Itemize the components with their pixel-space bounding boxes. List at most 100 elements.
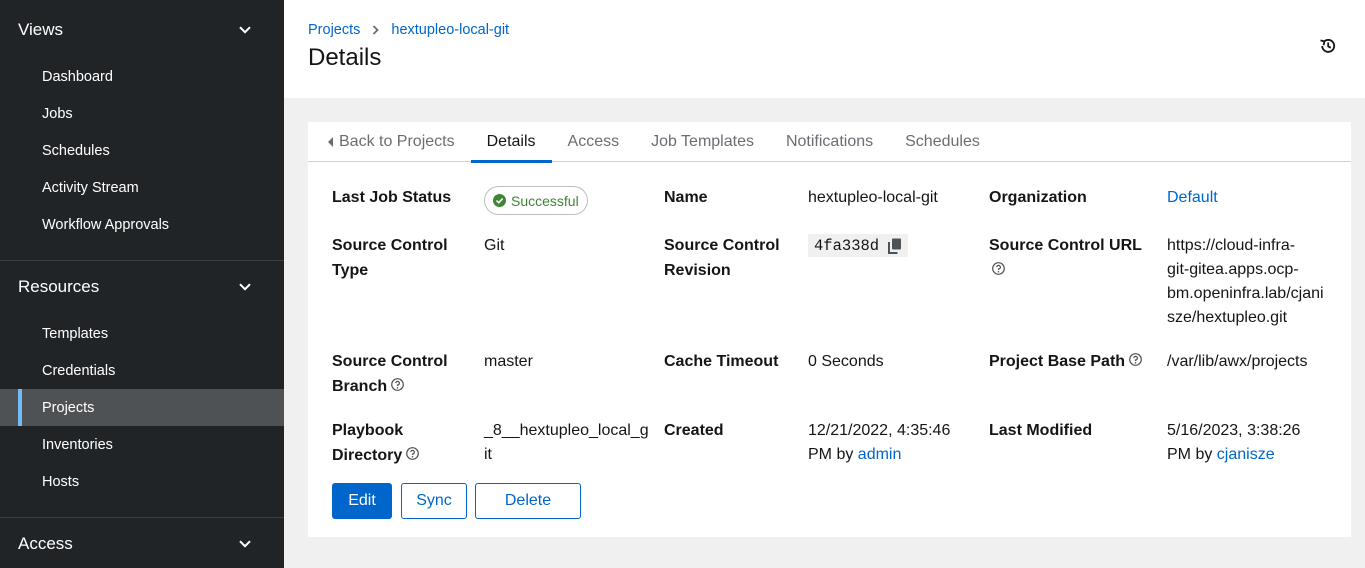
question-circle-icon[interactable] xyxy=(1129,353,1142,367)
sidebar-item-templates[interactable]: Templates xyxy=(0,315,284,352)
source-control-revision-label: Source Control Revision xyxy=(664,234,780,283)
value-line: 12/21/2022, 4:35:46 xyxy=(808,422,951,439)
source-control-url-label: Source Control URL xyxy=(989,234,1142,283)
sidebar-item-label: Projects xyxy=(42,399,95,416)
chevron-down-icon xyxy=(238,23,252,37)
sync-button[interactable]: Sync xyxy=(401,483,467,519)
breadcrumb-projects-link[interactable]: Projects xyxy=(308,22,360,38)
label-line: Source Control xyxy=(664,237,780,254)
history-icon[interactable] xyxy=(1318,36,1338,56)
sidebar-item-schedules[interactable]: Schedules xyxy=(0,132,284,169)
nav-group-views[interactable]: Views xyxy=(0,10,284,50)
value-line: 5/16/2023, 3:38:26 xyxy=(1167,422,1301,439)
sidebar-item-dashboard[interactable]: Dashboard xyxy=(0,58,284,95)
tab-label: Access xyxy=(567,133,620,150)
value-prefix: PM by xyxy=(808,446,858,463)
value-prefix: PM by xyxy=(1167,446,1217,463)
sidebar-item-activity-stream[interactable]: Activity Stream xyxy=(0,169,284,206)
tab-job-templates[interactable]: Job Templates xyxy=(635,122,770,162)
label-text: Project Base Path xyxy=(989,353,1126,370)
tab-details[interactable]: Details xyxy=(470,122,552,163)
sidebar-item-label: Activity Stream xyxy=(42,179,139,196)
nav-group-label: Access xyxy=(18,534,73,553)
sidebar-item-label: Hosts xyxy=(42,473,80,490)
tab-label: Notifications xyxy=(785,133,874,150)
nav-divider xyxy=(0,260,284,261)
sidebar-item-hosts[interactable]: Hosts xyxy=(0,463,284,500)
modified-by-user-link[interactable]: cjanisze xyxy=(1217,446,1275,463)
status-badge[interactable]: Successful xyxy=(484,186,588,215)
tab-label: Schedules xyxy=(905,133,980,150)
question-circle-icon[interactable] xyxy=(391,377,405,391)
tab-bar: Back to Projects Details Access Job Temp… xyxy=(308,122,1351,163)
organization-label: Organization xyxy=(989,189,1087,206)
organization-link[interactable]: Default xyxy=(1167,186,1218,210)
caret-left-icon xyxy=(328,137,334,147)
nav-group-label: Resources xyxy=(18,277,100,296)
chevron-down-icon xyxy=(238,280,252,294)
project-base-path-value: /var/lib/awx/projects xyxy=(1167,353,1308,370)
created-label: Created xyxy=(664,422,724,439)
created-by-user-link[interactable]: admin xyxy=(858,446,902,463)
question-circle-icon[interactable] xyxy=(406,446,420,460)
nav-group-access[interactable]: Access xyxy=(0,524,284,564)
label-line: Directory xyxy=(332,446,403,464)
value-line: _8__hextupleo_local_g xyxy=(484,422,649,439)
tab-access[interactable]: Access xyxy=(552,122,636,162)
url-line: git-gitea.apps.ocp- xyxy=(1167,261,1299,278)
sidebar: Views Dashboard Jobs Schedules Activity … xyxy=(0,0,284,568)
copy-icon[interactable] xyxy=(888,238,902,254)
last-job-status-label: Last Job Status xyxy=(332,189,452,206)
source-control-branch-value: master xyxy=(484,353,533,370)
tab-back-to-projects[interactable]: Back to Projects xyxy=(308,122,471,162)
breadcrumb-project-link[interactable]: hextupleo-local-git xyxy=(391,22,509,38)
sidebar-item-jobs[interactable]: Jobs xyxy=(0,95,284,132)
sidebar-item-label: Templates xyxy=(42,325,109,342)
url-line: bm.openinfra.lab/cjani xyxy=(1167,285,1324,302)
tab-label: Details xyxy=(486,133,536,150)
sidebar-item-inventories[interactable]: Inventories xyxy=(0,426,284,463)
cache-timeout-value: 0 Seconds xyxy=(808,353,884,370)
sidebar-item-projects[interactable]: Projects xyxy=(0,389,284,426)
page-title: Details xyxy=(308,44,382,71)
label-line: Type xyxy=(332,261,369,279)
revision-chip: 4fa338d xyxy=(808,234,909,257)
delete-button[interactable]: Delete xyxy=(475,483,581,519)
sidebar-item-label: Jobs xyxy=(42,105,73,122)
sidebar-item-label: Inventories xyxy=(42,436,113,453)
playbook-directory-value: _8__hextupleo_local_g it xyxy=(484,419,649,467)
project-details-card: Back to Projects Details Access Job Temp… xyxy=(308,122,1351,537)
label-text: Source Control URL xyxy=(989,237,1142,254)
nav-group-label: Views xyxy=(18,20,64,39)
sidebar-item-label: Credentials xyxy=(42,362,116,379)
sidebar-item-label: Workflow Approvals xyxy=(42,216,170,233)
tab-schedules[interactable]: Schedules xyxy=(889,122,996,162)
name-label: Name xyxy=(664,189,708,206)
nav-group-resources[interactable]: Resources xyxy=(0,267,284,307)
status-text: Successful xyxy=(511,192,579,209)
source-control-type-value: Git xyxy=(484,237,505,254)
url-line: https://cloud-infra- xyxy=(1167,237,1296,254)
question-circle-icon[interactable] xyxy=(992,261,1005,275)
tab-notifications[interactable]: Notifications xyxy=(770,122,889,162)
sidebar-item-credentials[interactable]: Credentials xyxy=(0,352,284,389)
project-base-path-label: Project Base Path xyxy=(989,350,1142,375)
breadcrumb: Projects hextupleo-local-git xyxy=(308,22,509,38)
value-line: it xyxy=(484,446,492,463)
sidebar-item-label: Dashboard xyxy=(42,68,113,85)
edit-button[interactable]: Edit xyxy=(332,483,392,519)
chevron-down-icon xyxy=(238,537,252,551)
created-value: 12/21/2022, 4:35:46 PM by admin xyxy=(808,419,950,467)
source-control-url-value: https://cloud-infra- git-gitea.apps.ocp-… xyxy=(1167,234,1324,330)
chevron-right-icon xyxy=(372,25,380,35)
revision-value: 4fa338d xyxy=(814,236,880,255)
sidebar-item-workflow-approvals[interactable]: Workflow Approvals xyxy=(0,206,284,243)
url-line: sze/hextupleo.git xyxy=(1167,309,1288,326)
last-modified-label: Last Modified xyxy=(989,422,1093,439)
label-line: Playbook xyxy=(332,422,404,439)
tab-label: Job Templates xyxy=(651,133,754,150)
cache-timeout-label: Cache Timeout xyxy=(664,353,779,370)
tab-label: Back to Projects xyxy=(339,133,455,150)
label-line: Source Control xyxy=(332,237,448,254)
playbook-directory-label: Playbook Directory xyxy=(332,419,420,468)
